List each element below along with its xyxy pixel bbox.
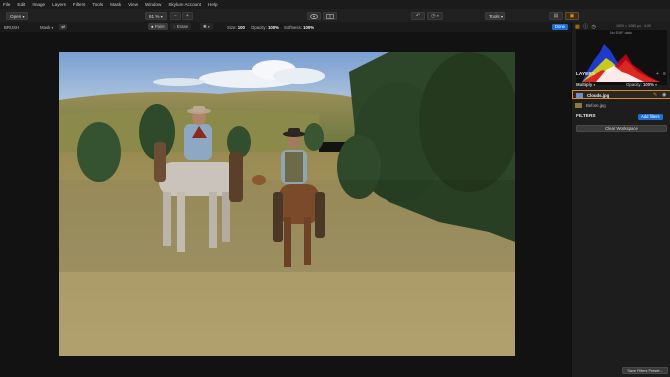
menu-tools[interactable]: Tools — [89, 2, 107, 7]
layers-add-icon[interactable]: + — [656, 71, 659, 77]
compare-icon — [326, 13, 334, 19]
layer-thumbnail — [575, 102, 582, 108]
right-panel: ▦ ⓘ ◷ 1920 × 1280 px · 4.00 No EXIF data… — [571, 22, 670, 377]
chevron-down-icon: ▾ — [160, 13, 163, 19]
open-button[interactable]: Open ▾ — [6, 11, 28, 20]
cowboys-photo — [59, 52, 515, 356]
toolbar: Open ▾ 61 % ▾ − + ↶ ◷ ▾ Tools ▾ ▤ ▣ — [0, 9, 670, 23]
layout-button[interactable]: ▤ — [549, 11, 563, 20]
no-exif-label: No EXIF data — [610, 31, 632, 35]
chevron-down-icon: ▾ — [207, 25, 210, 29]
brush-icon[interactable]: ✎ — [653, 92, 657, 98]
chevron-down-icon: ▾ — [501, 13, 504, 19]
layers-title: LAYERS — [576, 72, 596, 77]
menu-edit[interactable]: Edit — [14, 2, 29, 7]
erase-button[interactable]: ○ Erase — [170, 23, 192, 30]
mask-dropdown[interactable]: Mask ▾ — [40, 25, 53, 30]
layer-opacity-value: 100% — [642, 82, 654, 87]
menu-file[interactable]: File — [0, 2, 14, 7]
erase-label: Erase — [176, 24, 189, 29]
layer-name: Clouds.jpg — [587, 93, 610, 98]
size-label: Size: — [227, 24, 237, 30]
layer-name: Before.jpg — [586, 103, 606, 108]
menu-mask[interactable]: Mask — [107, 2, 125, 7]
paint-button[interactable]: ● Paint — [148, 23, 168, 30]
layers-menu-icon[interactable]: ≡ — [663, 71, 666, 77]
menu-layers[interactable]: Layers — [49, 2, 70, 7]
filters-panel-icon: ▣ — [569, 12, 575, 19]
invert-icon: ⇄ — [61, 23, 65, 29]
menu-view[interactable]: View — [125, 2, 142, 7]
chevron-down-icon: ▾ — [22, 13, 25, 19]
blend-mode-select[interactable]: Multiply ▾ — [576, 82, 595, 87]
zoom-out-button[interactable]: − — [170, 11, 181, 20]
image-dimensions: 1920 × 1280 px · 4.00 — [616, 24, 652, 28]
open-label: Open — [10, 13, 22, 19]
softness-control[interactable]: Softness: 100% — [284, 25, 314, 30]
tool-name: BRUSH — [4, 24, 20, 30]
clear-workspace-button[interactable]: Clear Workspace — [576, 125, 667, 132]
softness-value: 100% — [303, 24, 315, 30]
filters-panel-button[interactable]: ▣ — [565, 11, 579, 20]
save-filters-preset-button[interactable]: Save Filters Preset... — [622, 367, 668, 374]
chevron-down-icon: ▾ — [655, 83, 657, 87]
paint-dot-icon: ● — [151, 24, 154, 29]
layout-icon: ▤ — [553, 12, 559, 19]
tools-label: Tools — [489, 13, 500, 19]
tool-options-bar: BRUSH Mask ▾ ⇄ ● Paint ○ Erase ✱ ▾ Size:… — [0, 22, 670, 32]
size-value: 100 — [237, 24, 245, 30]
menu-skylum-account[interactable]: Skylum Account — [165, 2, 205, 7]
zoom-in-button[interactable]: + — [182, 11, 193, 20]
history-button[interactable]: ◷ ▾ — [427, 11, 443, 20]
menu-bar: File Edit Image Layers Filters Tools Mas… — [0, 0, 670, 9]
add-filters-button[interactable]: Add filters — [638, 114, 663, 120]
gear-icon: ✱ — [203, 24, 207, 29]
done-button[interactable]: Done — [552, 24, 569, 30]
compare-button[interactable] — [323, 11, 337, 20]
photo-canvas[interactable] — [59, 52, 515, 356]
menu-image[interactable]: Image — [29, 2, 49, 7]
menu-window[interactable]: Window — [142, 2, 165, 7]
chevron-down-icon: ▾ — [51, 25, 54, 30]
paint-label: Paint — [154, 24, 165, 29]
opacity-value: 100% — [267, 24, 279, 30]
mask-invert-button[interactable]: ⇄ — [59, 23, 67, 30]
panel-tabs: ▦ ⓘ ◷ — [575, 23, 596, 30]
layer-thumbnail — [576, 92, 583, 98]
history-icon: ◷ — [431, 12, 436, 19]
size-control[interactable]: Size: 100 — [227, 25, 245, 30]
softness-label: Softness: — [284, 24, 302, 30]
opacity-label: Opacity: — [251, 24, 267, 30]
menu-filters[interactable]: Filters — [69, 2, 89, 7]
layer-opacity[interactable]: Opacity: 100% ▾ — [626, 82, 657, 87]
mask-label: Mask — [40, 24, 51, 30]
chevron-down-icon: ▾ — [437, 13, 439, 18]
zoom-select[interactable]: 61 % ▾ — [145, 11, 167, 20]
blend-mode-value: Multiply — [576, 82, 593, 87]
erase-dot-icon: ○ — [173, 24, 176, 29]
tools-button[interactable]: Tools ▾ — [485, 11, 505, 20]
undo-icon: ↶ — [415, 12, 421, 19]
menu-help[interactable]: Help — [205, 2, 221, 7]
visibility-icon[interactable]: ◉ — [662, 92, 666, 98]
layer-opacity-label: Opacity: — [626, 82, 642, 87]
layer-clouds[interactable]: Clouds.jpg ✎ ◉ — [572, 90, 670, 99]
opacity-control[interactable]: Opacity: 100% — [251, 25, 279, 30]
eye-icon — [310, 13, 318, 19]
filters-title: FILTERS — [576, 114, 596, 119]
layer-before[interactable]: Before.jpg — [572, 101, 670, 110]
undo-button[interactable]: ↶ — [411, 11, 425, 20]
brush-options-dropdown[interactable]: ✱ ▾ — [200, 23, 213, 30]
preview-button[interactable] — [307, 11, 321, 20]
chevron-down-icon: ▾ — [593, 83, 596, 87]
zoom-value: 61 % — [149, 13, 160, 19]
